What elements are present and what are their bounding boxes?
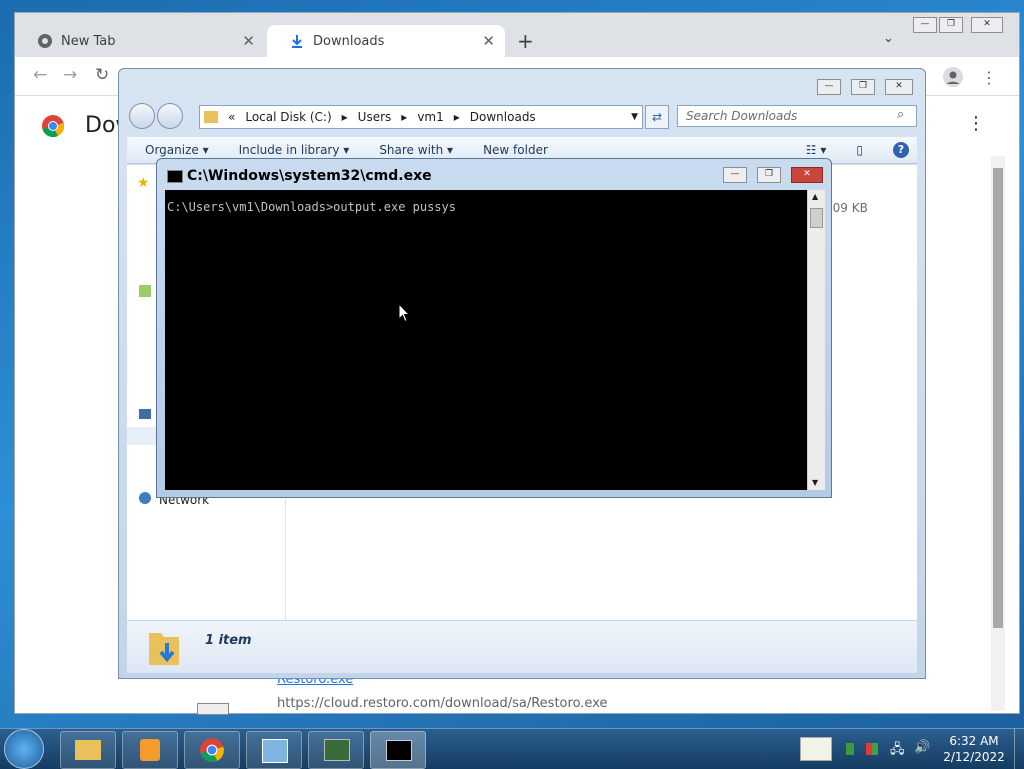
include-in-library-menu[interactable]: Include in library ▾	[239, 143, 350, 157]
chrome-logo-icon	[41, 114, 65, 141]
menu-icon[interactable]: ⋮	[981, 68, 997, 87]
minimize-icon[interactable]: —	[723, 167, 747, 183]
download-icon	[289, 33, 305, 49]
breadcrumb-local-disk[interactable]: Local Disk (C:)	[245, 110, 331, 124]
breadcrumb-sep-icon: ▸	[401, 110, 408, 124]
favorites-star-icon[interactable]: ★	[137, 175, 150, 191]
taskbar-chrome[interactable]	[184, 731, 240, 769]
scroll-down-icon[interactable]: ▼	[812, 478, 818, 487]
tab-downloads[interactable]: Downloads ✕	[267, 25, 505, 57]
forward-icon[interactable]: →	[63, 65, 77, 85]
new-folder-button[interactable]: New folder	[483, 143, 548, 157]
close-icon[interactable]: ✕	[791, 167, 823, 183]
close-icon[interactable]: ✕	[971, 17, 1003, 33]
tray-app-icon[interactable]	[846, 743, 854, 755]
close-icon[interactable]: ✕	[885, 79, 913, 95]
file-icon	[197, 703, 229, 715]
show-desktop-button[interactable]	[1014, 729, 1024, 769]
new-tab-button[interactable]: +	[517, 29, 534, 53]
mouse-cursor-icon	[398, 302, 411, 326]
page-scrollbar[interactable]	[991, 156, 1005, 711]
close-tab-icon[interactable]: ✕	[242, 32, 255, 50]
back-icon[interactable]: ←	[33, 65, 47, 85]
maximize-icon[interactable]: ❐	[851, 79, 875, 95]
tab-label: New Tab	[61, 33, 116, 49]
downloads-folder-icon	[147, 627, 181, 670]
taskbar-explorer[interactable]	[60, 731, 116, 769]
window-title: C:\Windows\system32\cmd.exe	[187, 168, 432, 184]
volume-icon[interactable]: 🔊	[914, 740, 930, 755]
maximize-icon[interactable]: ❐	[757, 167, 781, 183]
scroll-up-icon[interactable]: ▲	[812, 192, 818, 201]
breadcrumb-sep-icon: ▸	[453, 110, 460, 124]
view-options-icon[interactable]: ☷ ▾	[806, 143, 827, 157]
folder-icon	[204, 111, 218, 123]
search-icon: ⌕	[897, 107, 905, 122]
taskbar-media-player[interactable]	[122, 731, 178, 769]
tab-new-tab[interactable]: New Tab ✕	[15, 25, 265, 57]
clock[interactable]: 6:32 AM 2/12/2022	[938, 733, 1010, 765]
minimize-icon[interactable]: —	[913, 17, 937, 33]
tab-label: Downloads	[313, 33, 385, 49]
cmd-window: C:\Windows\system32\cmd.exe — ❐ ✕ C:\Use…	[156, 158, 832, 498]
reload-icon[interactable]: ↻	[95, 65, 109, 85]
breadcrumb-vm1[interactable]: vm1	[417, 110, 443, 124]
chrome-icon	[199, 737, 225, 766]
preview-pane-icon[interactable]: ▯	[856, 143, 863, 157]
item-count: 1 item	[205, 633, 252, 648]
close-tab-icon[interactable]: ✕	[482, 32, 495, 50]
search-input[interactable]: Search Downloads	[677, 105, 917, 127]
console-line: C:\Users\vm1\Downloads>output.exe pussys	[167, 200, 456, 214]
console-scrollbar[interactable]: ▲ ▼	[807, 190, 825, 490]
refresh-icon[interactable]: ⇄	[645, 105, 669, 129]
breadcrumb-sep-icon: ▸	[341, 110, 348, 124]
taskbar: 🖧 🔊 6:32 AM 2/12/2022	[0, 728, 1024, 769]
back-button[interactable]	[129, 103, 155, 129]
breadcrumb-users[interactable]: Users	[358, 110, 392, 124]
download-url: https://cloud.restoro.com/download/sa/Re…	[277, 696, 608, 711]
scroll-thumb[interactable]	[810, 208, 823, 228]
breadcrumb-overflow[interactable]: «	[228, 110, 235, 124]
pen-input-icon[interactable]	[800, 737, 832, 761]
address-bar[interactable]: « Local Disk (C:) ▸ Users ▸ vm1 ▸ Downlo…	[199, 105, 643, 129]
tab-search-icon[interactable]: ⌄	[883, 31, 894, 46]
monitor-icon	[324, 739, 350, 761]
chrome-icon	[37, 33, 53, 49]
cmd-icon	[386, 740, 412, 761]
forward-button[interactable]	[157, 103, 183, 129]
action-center-icon[interactable]	[866, 743, 878, 755]
network-icon	[139, 492, 151, 504]
share-with-menu[interactable]: Share with ▾	[379, 143, 453, 157]
computer-icon[interactable]	[139, 409, 151, 419]
tab-bar: New Tab ✕ Downloads ✕ + ⌄ — ❐ ✕	[15, 13, 1019, 57]
downloads-menu-icon[interactable]: ⋮	[967, 113, 985, 134]
media-player-icon	[140, 739, 160, 761]
taskbar-cmd[interactable]	[370, 731, 426, 769]
taskbar-control-panel[interactable]	[246, 731, 302, 769]
start-button[interactable]	[4, 729, 44, 769]
taskbar-network[interactable]	[308, 731, 364, 769]
network-tray-icon[interactable]: 🖧	[890, 740, 905, 762]
maximize-icon[interactable]: ❐	[939, 17, 963, 33]
console-output[interactable]: C:\Users\vm1\Downloads>output.exe pussys	[165, 190, 807, 490]
clock-date: 2/12/2022	[943, 750, 1005, 764]
help-icon[interactable]: ?	[893, 142, 909, 158]
folder-icon	[75, 740, 101, 760]
breadcrumb-downloads[interactable]: Downloads	[470, 110, 536, 124]
organize-menu[interactable]: Organize ▾	[145, 143, 209, 157]
cmd-icon	[167, 170, 183, 183]
profile-icon[interactable]	[943, 67, 963, 90]
details-pane: 1 item	[127, 621, 917, 673]
minimize-icon[interactable]: —	[817, 79, 841, 95]
libraries-icon[interactable]	[139, 285, 151, 297]
clock-time: 6:32 AM	[949, 734, 999, 748]
control-panel-icon	[262, 739, 288, 763]
chevron-down-icon[interactable]: ▼	[631, 112, 638, 122]
